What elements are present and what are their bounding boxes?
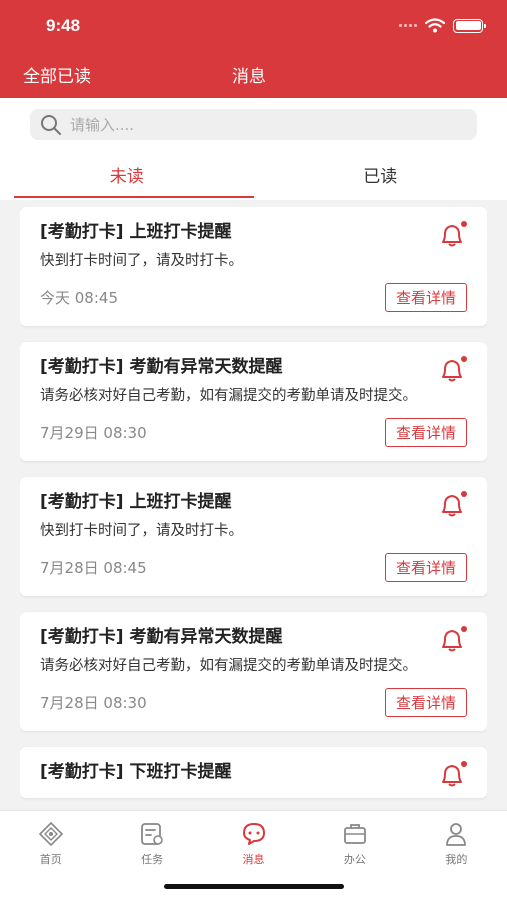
home-indicator xyxy=(164,884,344,889)
message-time: 7月28日 08:30 xyxy=(40,694,147,712)
message-body: 请务必核对好自己考勤，如有漏提交的考勤单请及时提交。 xyxy=(40,388,417,404)
message-body: 快到打卡时间了，请及时打卡。 xyxy=(40,253,243,269)
message-body: 快到打卡时间了，请及时打卡。 xyxy=(40,523,243,539)
message-time: 7月29日 08:30 xyxy=(40,424,147,442)
tab-read[interactable]: 已读 xyxy=(254,152,507,198)
view-details-button[interactable]: 查看详情 xyxy=(384,553,467,582)
wifi-icon xyxy=(425,18,445,33)
mark-all-read-button[interactable]: 全部已读 xyxy=(23,62,91,87)
view-details-button[interactable]: 查看详情 xyxy=(384,283,467,312)
message-list[interactable]: [考勤打卡] 上班打卡提醒 快到打卡时间了，请及时打卡。 今天 08:45 查看… xyxy=(20,207,487,810)
message-time: 7月28日 08:45 xyxy=(40,559,147,577)
tabbar-label: 首页 xyxy=(39,853,62,866)
tab-unread[interactable]: 未读 xyxy=(0,152,254,198)
search-input[interactable] xyxy=(70,115,450,134)
view-details-button[interactable]: 查看详情 xyxy=(384,688,467,717)
tabbar-item-home[interactable]: 首页 xyxy=(0,811,101,900)
message-card[interactable]: [考勤打卡] 考勤有异常天数提醒 请务必核对好自己考勤，如有漏提交的考勤单请及时… xyxy=(20,342,487,461)
user-icon xyxy=(446,823,467,846)
app-header: 9:48 全部已读 消息 xyxy=(0,0,507,98)
message-title: [考勤打卡] 下班打卡提醒 xyxy=(40,762,232,782)
tabbar-item-profile[interactable]: 我的 xyxy=(406,811,507,900)
read-tabs: 未读 已读 xyxy=(0,152,507,198)
message-body: 请务必核对好自己考勤，如有漏提交的考勤单请及时提交。 xyxy=(40,658,417,674)
status-icons xyxy=(399,18,486,33)
page-title: 消息 xyxy=(232,67,266,87)
task-icon xyxy=(141,823,163,845)
message-card[interactable]: [考勤打卡] 下班打卡提醒 xyxy=(20,747,487,798)
message-title: [考勤打卡] 上班打卡提醒 xyxy=(40,492,232,512)
tabbar-label: 消息 xyxy=(242,853,265,866)
bell-icon xyxy=(442,491,467,517)
message-icon xyxy=(242,823,265,845)
message-time: 今天 08:45 xyxy=(40,289,118,307)
message-title: [考勤打卡] 考勤有异常天数提醒 xyxy=(40,627,283,647)
bell-icon xyxy=(442,221,467,247)
message-title: [考勤打卡] 上班打卡提醒 xyxy=(40,222,232,242)
status-time: 9:48 xyxy=(46,16,81,35)
message-title: [考勤打卡] 考勤有异常天数提醒 xyxy=(40,357,283,377)
bell-icon xyxy=(442,626,467,652)
home-icon xyxy=(38,821,63,847)
search-icon xyxy=(41,114,61,135)
tabbar-label: 办公 xyxy=(343,853,366,866)
search-bar[interactable] xyxy=(30,109,477,140)
bell-icon xyxy=(442,356,467,382)
message-card[interactable]: [考勤打卡] 考勤有异常天数提醒 请务必核对好自己考勤，如有漏提交的考勤单请及时… xyxy=(20,612,487,731)
briefcase-icon xyxy=(344,824,366,844)
tabbar-label: 我的 xyxy=(445,853,468,866)
view-details-button[interactable]: 查看详情 xyxy=(384,418,467,447)
message-card[interactable]: [考勤打卡] 上班打卡提醒 快到打卡时间了，请及时打卡。 今天 08:45 查看… xyxy=(20,207,487,326)
signal-icon xyxy=(399,24,417,27)
battery-icon xyxy=(453,18,486,33)
tabbar-label: 任务 xyxy=(141,853,164,866)
message-card[interactable]: [考勤打卡] 上班打卡提醒 快到打卡时间了，请及时打卡。 7月28日 08:45… xyxy=(20,477,487,596)
bell-icon xyxy=(442,761,467,787)
